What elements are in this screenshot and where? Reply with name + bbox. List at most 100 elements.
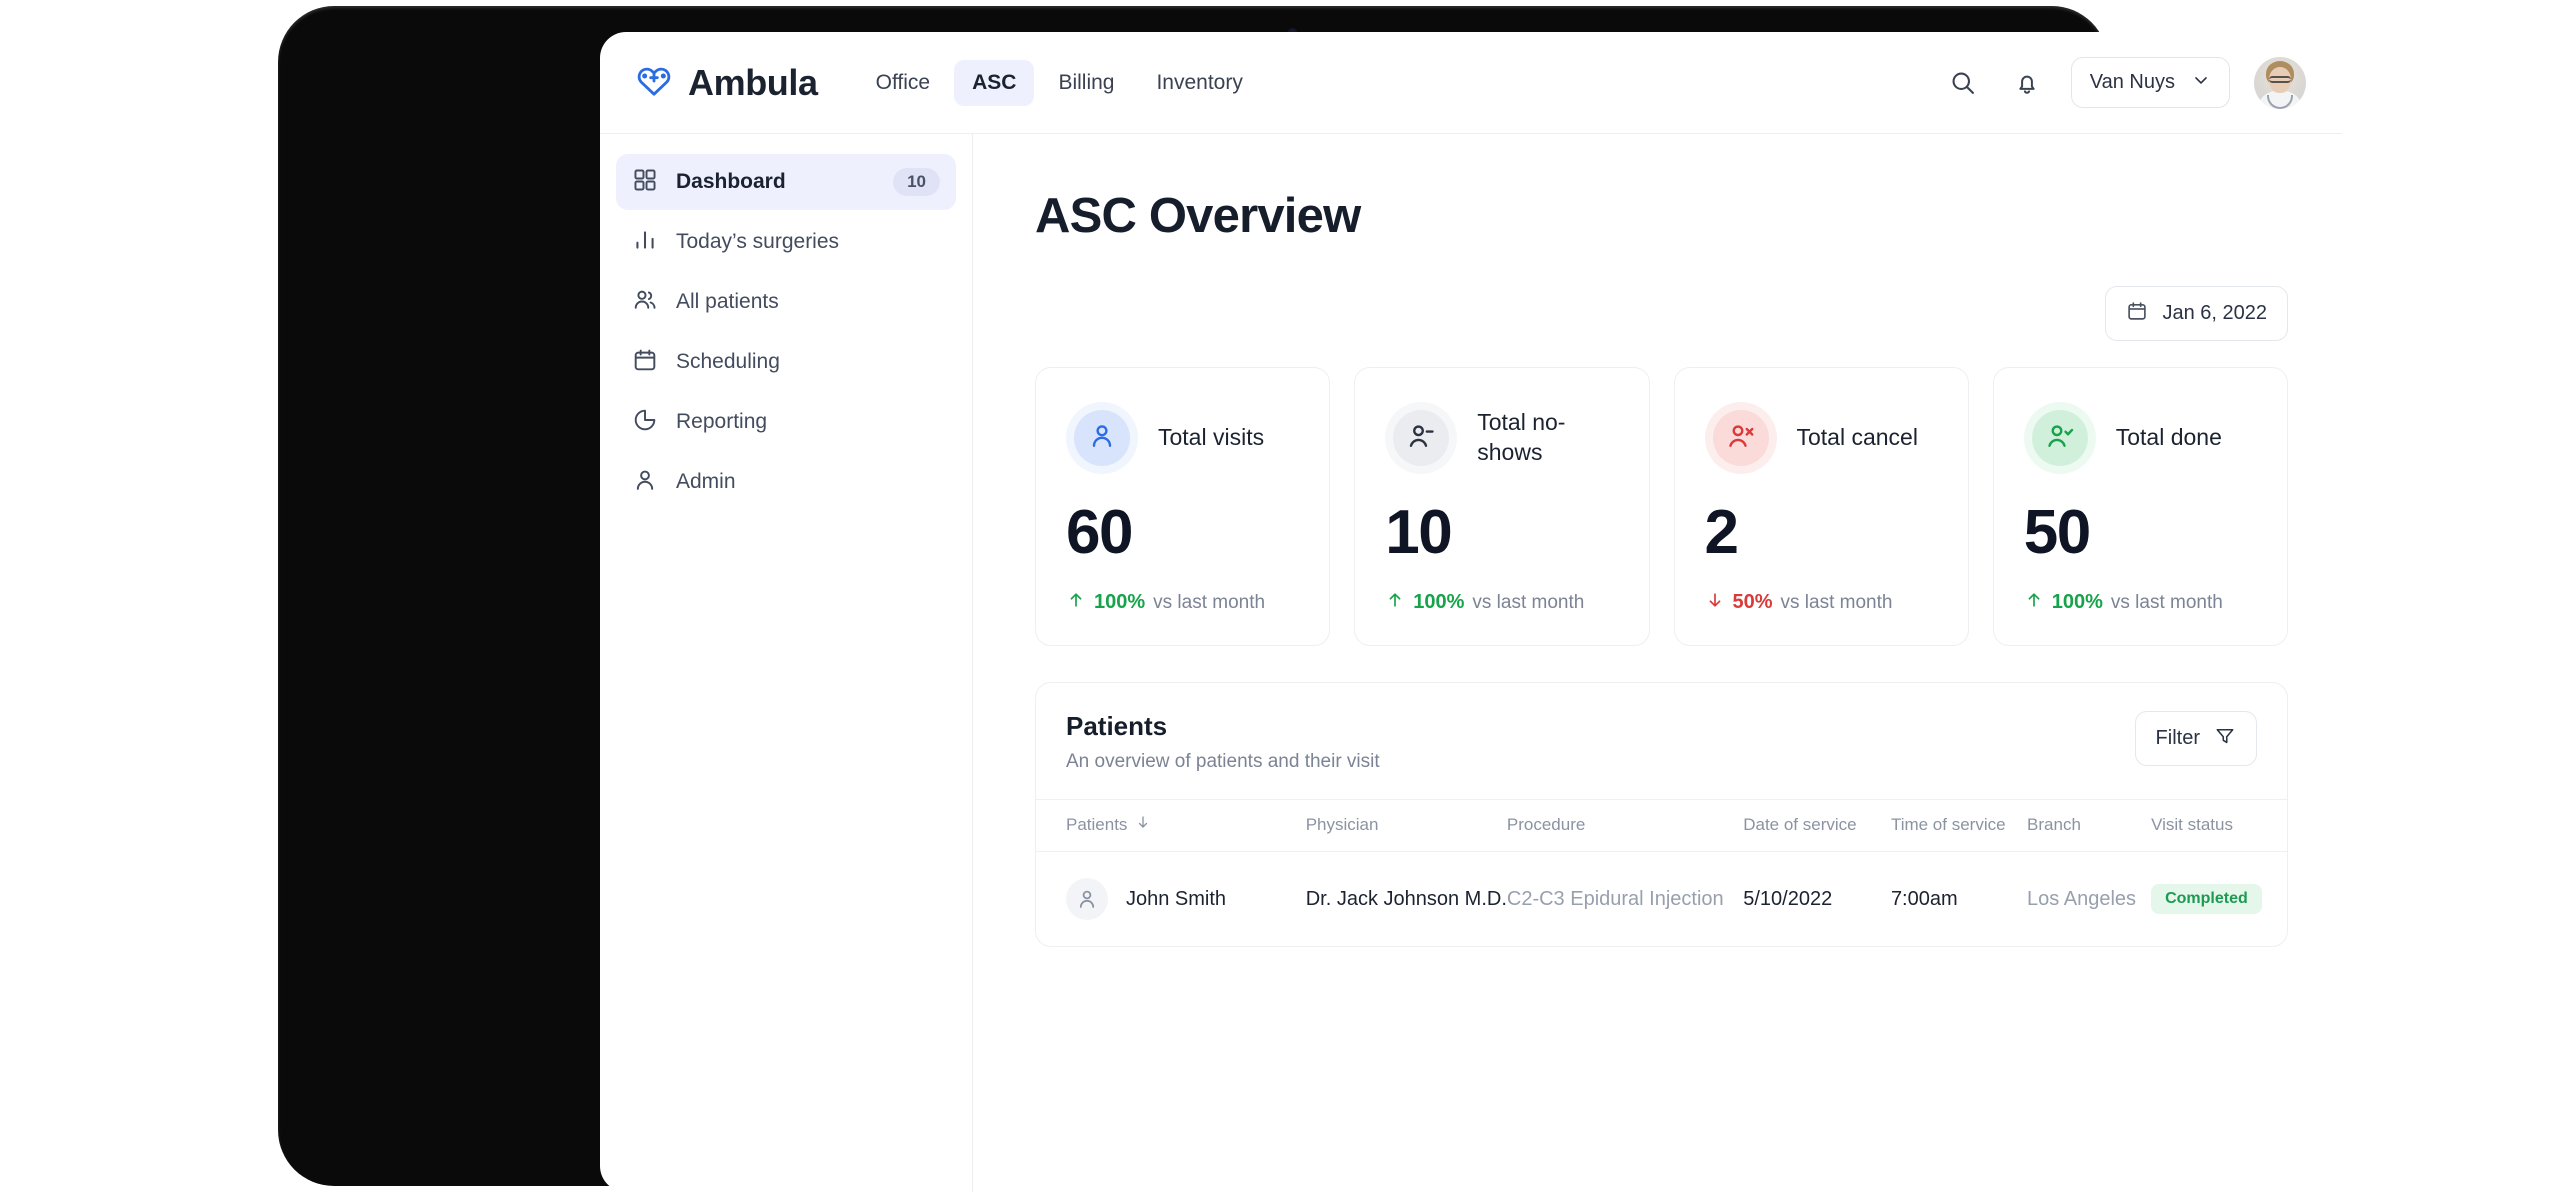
device-frame: Ambula Office ASC Billing Inventory Van … xyxy=(278,6,2342,1192)
branch-select[interactable]: Van Nuys xyxy=(2070,57,2230,108)
stat-title: Total no-shows xyxy=(1477,409,1566,465)
filter-icon xyxy=(2214,725,2236,752)
date-picker-label: Jan 6, 2022 xyxy=(2162,302,2267,324)
stat-delta-pct: 100% xyxy=(1094,591,1146,613)
column-header-procedure[interactable]: Procedure xyxy=(1506,799,1744,852)
nav-tab-asc[interactable]: ASC xyxy=(954,59,1035,106)
stat-delta: 100% vs last month xyxy=(1066,590,1299,615)
user-minus-icon xyxy=(1406,421,1436,456)
sidebar: Dashboard 10 Today’s surgeries All patie… xyxy=(600,134,973,1192)
table-row[interactable]: John Smith Dr. Jack Johnson M.D. C2-C3 E… xyxy=(1036,852,2287,947)
sidebar-item-label: All patients xyxy=(676,290,779,313)
search-icon[interactable] xyxy=(1943,63,1983,103)
stat-delta-note: vs last month xyxy=(1153,591,1266,613)
stat-delta: 50% vs last month xyxy=(1705,590,1938,615)
stat-card-total-no-shows: Total no-shows 10 100% vs last month xyxy=(1354,367,1650,646)
arrow-down-icon xyxy=(1705,590,1725,615)
stat-title: Total done xyxy=(2115,424,2222,451)
column-header-branch[interactable]: Branch xyxy=(2027,799,2152,852)
cell-patient: John Smith xyxy=(1036,852,1306,947)
bell-icon[interactable] xyxy=(2007,63,2047,103)
nav-tab-office[interactable]: Office xyxy=(858,60,948,106)
cell-time-of-service: 7:00am xyxy=(1890,887,1958,910)
stat-delta: 100% vs last month xyxy=(2024,590,2257,615)
cell-physician: Dr. Jack Johnson M.D. xyxy=(1305,887,1507,910)
user-icon xyxy=(632,467,658,498)
stat-delta-pct: 50% xyxy=(1732,591,1773,613)
calendar-icon xyxy=(2126,300,2148,327)
sidebar-item-dashboard[interactable]: Dashboard 10 xyxy=(616,154,956,210)
stat-delta-pct: 100% xyxy=(2051,591,2103,613)
heart-stethoscope-icon xyxy=(634,60,674,105)
top-navigation-bar: Ambula Office ASC Billing Inventory Van … xyxy=(600,32,2342,134)
sidebar-item-all-patients[interactable]: All patients xyxy=(616,274,956,330)
branch-select-label: Van Nuys xyxy=(2089,71,2175,93)
sidebar-item-scheduling[interactable]: Scheduling xyxy=(616,334,956,390)
nav-tab-billing[interactable]: Billing xyxy=(1040,60,1132,106)
main-content: ASC Overview Jan 6, 2022 Total visits 60… xyxy=(973,134,2342,1192)
pie-chart-icon xyxy=(632,407,658,438)
patients-panel: Patients An overview of patients and the… xyxy=(1035,682,2288,947)
users-icon xyxy=(632,287,658,318)
stat-value: 50 xyxy=(2023,498,2091,567)
cell-visit-status: Completed xyxy=(2151,852,2287,947)
bar-chart-icon xyxy=(632,227,658,258)
stat-title: Total cancel xyxy=(1796,424,1918,451)
arrow-up-icon xyxy=(1066,590,1086,615)
column-header-label: Patients xyxy=(1066,814,1128,834)
calendar-icon xyxy=(632,347,658,378)
cell-date-of-service: 5/10/2022 xyxy=(1743,887,1833,910)
avatar[interactable] xyxy=(2254,56,2306,109)
stat-value: 10 xyxy=(1385,498,1452,567)
grid-icon xyxy=(632,167,658,198)
stat-delta-note: vs last month xyxy=(1780,591,1893,613)
sidebar-item-label: Admin xyxy=(676,470,736,493)
stat-card-total-cancel: Total cancel 2 50% vs last month xyxy=(1673,367,1969,646)
brand-name: Ambula xyxy=(688,61,818,103)
stat-value: 2 xyxy=(1704,498,1739,567)
sidebar-item-label: Scheduling xyxy=(676,350,780,373)
arrow-down-icon xyxy=(1135,814,1151,835)
cell-branch: Los Angeles xyxy=(2027,887,2137,910)
column-header-date-of-service[interactable]: Date of service xyxy=(1743,799,1891,852)
nav-tab-inventory[interactable]: Inventory xyxy=(1138,60,1260,106)
user-icon xyxy=(1087,421,1117,456)
date-picker[interactable]: Jan 6, 2022 xyxy=(2105,286,2288,341)
status-badge: Completed xyxy=(2151,884,2262,914)
sidebar-item-label: Today’s surgeries xyxy=(676,230,840,253)
stat-value: 60 xyxy=(1066,498,1133,567)
cell-procedure: C2-C3 Epidural Injection xyxy=(1506,887,1724,910)
page-title: ASC Overview xyxy=(1035,189,1361,243)
patient-name: John Smith xyxy=(1126,887,1227,910)
stat-card-total-done: Total done 50 100% vs last month xyxy=(1992,367,2288,646)
top-bar-actions: Van Nuys xyxy=(1943,56,2306,109)
table-header-row: Patients Physician Procedure Date of ser… xyxy=(1036,799,2287,852)
patients-header: Patients An overview of patients and the… xyxy=(1036,683,2287,799)
app-body: Dashboard 10 Today’s surgeries All patie… xyxy=(600,134,2342,1192)
app-window: Ambula Office ASC Billing Inventory Van … xyxy=(600,32,2342,1192)
patients-table: Patients Physician Procedure Date of ser… xyxy=(1036,799,2287,946)
datepicker-row: Jan 6, 2022 xyxy=(1035,286,2288,341)
stat-delta-note: vs last month xyxy=(2110,591,2223,613)
filter-button[interactable]: Filter xyxy=(2134,711,2257,766)
column-header-physician[interactable]: Physician xyxy=(1305,799,1507,852)
column-header-time-of-service[interactable]: Time of service xyxy=(1890,799,2028,852)
arrow-up-icon xyxy=(2024,590,2044,615)
patients-title: Patients xyxy=(1066,711,1168,741)
stat-title: Total visits xyxy=(1158,424,1265,451)
patients-subtitle: An overview of patients and their visit xyxy=(1066,751,1380,772)
sidebar-item-admin[interactable]: Admin xyxy=(616,454,956,510)
stat-delta-note: vs last month xyxy=(1472,591,1585,613)
column-header-patients[interactable]: Patients xyxy=(1036,799,1306,852)
stat-card-total-visits: Total visits 60 100% vs last month xyxy=(1035,367,1331,646)
brand-logo[interactable]: Ambula xyxy=(634,60,818,105)
primary-nav-tabs: Office ASC Billing Inventory xyxy=(858,59,1261,106)
stat-delta: 100% vs last month xyxy=(1385,590,1618,615)
user-x-icon xyxy=(1726,421,1756,456)
chevron-down-icon xyxy=(2191,70,2211,95)
filter-button-label: Filter xyxy=(2155,727,2200,749)
column-header-visit-status[interactable]: Visit status xyxy=(2151,799,2287,852)
sidebar-item-reporting[interactable]: Reporting xyxy=(616,394,956,450)
sidebar-item-todays-surgeries[interactable]: Today’s surgeries xyxy=(616,214,956,270)
sidebar-item-label: Reporting xyxy=(676,410,768,433)
